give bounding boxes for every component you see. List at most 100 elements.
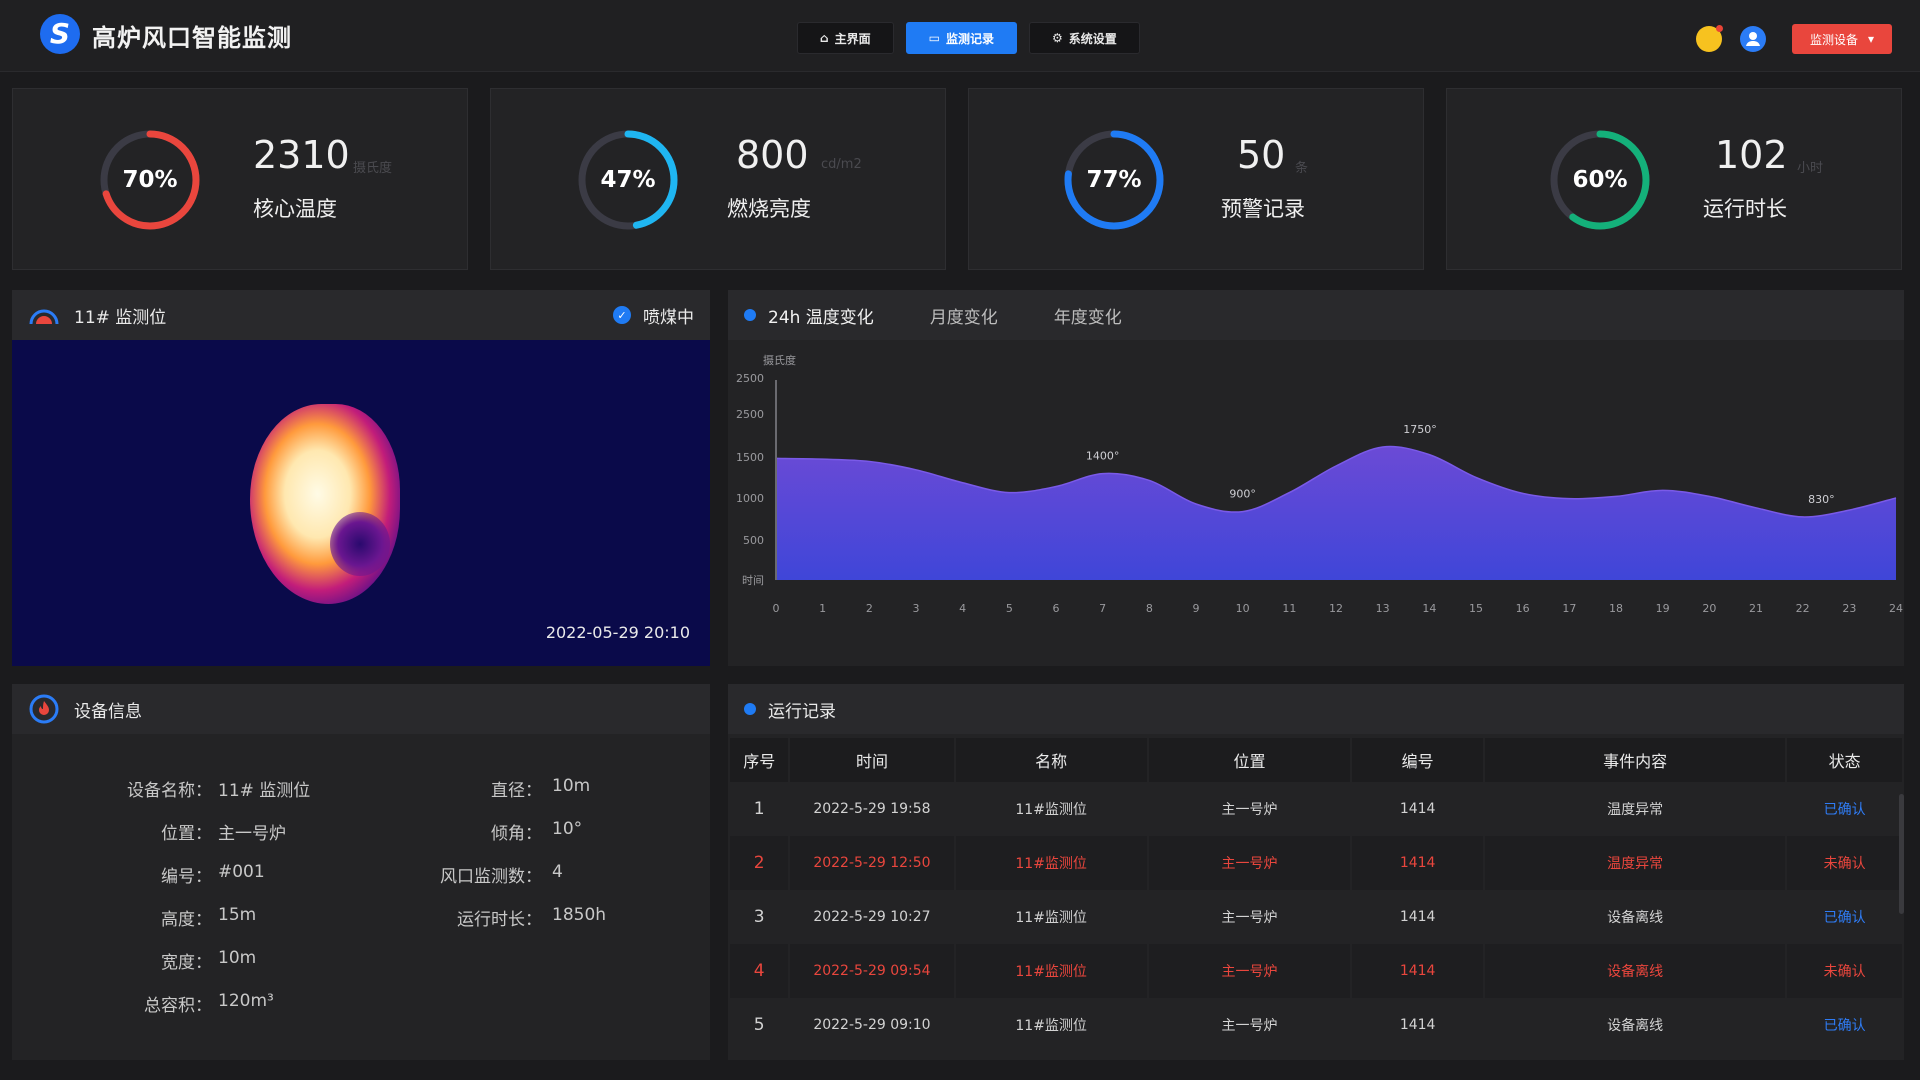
flame-icon — [29, 694, 59, 724]
table-column-header[interactable]: 事件内容 — [1485, 738, 1786, 782]
kpi-unit: 摄氏度 — [353, 161, 393, 176]
kpi-value: 2310 — [253, 133, 350, 177]
records-panel-header: 运行记录 — [728, 684, 1904, 734]
x-tick-label: 2 — [866, 602, 873, 615]
data-annotation: 1400° — [1086, 450, 1120, 463]
x-tick-label: 14 — [1422, 602, 1436, 615]
check-icon: ✓ — [613, 306, 631, 324]
table-cell-status[interactable]: 未确认 — [1787, 944, 1902, 998]
table-column-header[interactable]: 时间 — [790, 738, 954, 782]
table-cell-no: 3 — [753, 907, 765, 927]
table-column-header[interactable]: 状态 — [1787, 738, 1902, 782]
table-cell-status[interactable]: 未确认 — [1787, 836, 1902, 890]
kpi-card-runtime: 60% 102 小时 运行时长 — [1446, 88, 1902, 270]
table-column-header[interactable]: 编号 — [1352, 738, 1484, 782]
table-cell-no: 5 — [753, 1015, 765, 1035]
device-dropdown-button[interactable]: 监测设备 ▾ — [1792, 24, 1892, 54]
x-tick-label: 10 — [1236, 602, 1250, 615]
tab-yearly[interactable]: 年度变化 — [1054, 303, 1122, 328]
table-row[interactable]: 2 2022-5-29 12:50 11#监测位 主一号炉 1414 温度异常 未确认 — [730, 836, 1902, 890]
device-info-key: 编号： — [161, 867, 212, 887]
kpi-label: 燃烧亮度 — [727, 197, 811, 221]
table-row[interactable]: 5 2022-5-29 09:10 11#监测位 主一号炉 1414 设备离线 已确认 — [730, 998, 1902, 1052]
table-cell-event: 设备离线 — [1607, 1018, 1664, 1034]
chart-tabs: 24h 温度变化 月度变化 年度变化 — [768, 303, 1122, 328]
device-info-value: 120m³ — [218, 991, 274, 1011]
nav-home-label: 主界面 — [834, 31, 871, 46]
table-cell-name: 11#监测位 — [1015, 910, 1087, 926]
x-tick-label: 9 — [1193, 602, 1200, 615]
app-logo: S — [40, 14, 80, 54]
table-cell-time: 2022-5-29 10:27 — [813, 909, 931, 925]
device-info-value: 10m — [218, 948, 257, 968]
table-row[interactable]: 3 2022-5-29 10:27 11#监测位 主一号炉 1414 设备离线 已确认 — [730, 890, 1902, 944]
table-column-header[interactable]: 序号 — [730, 738, 789, 782]
table-cell-time: 2022-5-29 19:58 — [813, 801, 931, 817]
y-tick-label: 500 — [743, 534, 764, 547]
table-cell-status[interactable]: 已确认 — [1787, 782, 1902, 836]
tab-24h[interactable]: 24h 温度变化 — [768, 303, 874, 328]
records-table-wrap: 序号 时间 名称 位置 编号 事件内容 状态 1 2022-5-29 19:58 11#监测位主… — [728, 738, 1904, 1052]
thermal-core — [330, 512, 390, 576]
kpi-value: 50 — [1237, 133, 1286, 177]
device-info-list: 设备名称： 11# 监测位 位置： 主一号炉 编号： #001 高度： 15m 宽度： 10m 总容… — [12, 734, 710, 1060]
camera-title: 11# 监测位 — [74, 307, 167, 328]
x-tick-label: 6 — [1053, 602, 1060, 615]
camera-status: 喷煤中 — [643, 307, 694, 328]
device-info-value: #001 — [218, 862, 265, 882]
table-cell-event: 温度异常 — [1607, 802, 1664, 818]
table-cell-name: 11#监测位 — [1015, 802, 1087, 818]
y-tick-label: 1000 — [736, 492, 764, 505]
kpi-value: 800 — [736, 133, 809, 177]
x-tick-label: 20 — [1702, 602, 1716, 615]
kpi-unit: 小时 — [1797, 161, 1824, 176]
tab-monthly[interactable]: 月度变化 — [930, 303, 998, 328]
x-tick-label: 12 — [1329, 602, 1343, 615]
device-info-value: 10° — [552, 819, 583, 839]
data-annotation: 830° — [1808, 493, 1835, 506]
table-row[interactable]: 1 2022-5-29 19:58 11#监测位 主一号炉 1414 温度异常 已确认 — [730, 782, 1902, 836]
device-info-value: 1850h — [552, 905, 607, 925]
camera-timestamp: 2022-05-29 20:10 — [545, 623, 690, 642]
x-tick-label: 24 — [1889, 602, 1903, 615]
device-info-key: 位置： — [161, 824, 212, 844]
table-cell-status[interactable]: 已确认 — [1787, 998, 1902, 1052]
nav-records-button[interactable]: ▭ 监测记录 — [905, 22, 1017, 54]
bell-icon[interactable] — [1696, 25, 1723, 52]
kpi-card-alerts: 77% 50 条 预警记录 — [968, 88, 1424, 270]
y-tick-label: 2500 — [736, 372, 764, 385]
chart-panel-header: 24h 温度变化 月度变化 年度变化 — [728, 290, 1904, 340]
table-scrollbar[interactable] — [1899, 794, 1904, 914]
kpi-value: 102 — [1715, 133, 1788, 177]
records-table: 序号 时间 名称 位置 编号 事件内容 状态 1 2022-5-29 19:58 11#监测位主… — [728, 738, 1904, 1052]
x-tick-label: 18 — [1609, 602, 1623, 615]
kpi-label: 预警记录 — [1221, 197, 1305, 221]
kpi-unit: 条 — [1295, 161, 1309, 176]
notification-dot — [1716, 25, 1723, 32]
device-info-key: 高度： — [161, 910, 212, 930]
main-nav: ⌂ 主界面 ▭ 监测记录 ⚙ 系统设置 — [797, 22, 1140, 54]
table-row[interactable]: 4 2022-5-29 09:54 11#监测位 主一号炉 1414 设备离线 未确认 — [730, 944, 1902, 998]
table-column-header[interactable]: 位置 — [1148, 738, 1351, 782]
x-tick-label: 7 — [1099, 602, 1106, 615]
device-panel-header: 设备信息 — [12, 684, 710, 734]
device-panel: 设备信息 设备名称： 11# 监测位 位置： 主一号炉 编号： #001 高度： 15m 宽度：… — [12, 684, 710, 1060]
table-cell-event: 设备离线 — [1485, 944, 1786, 998]
kpi-percent: 70% — [122, 167, 178, 193]
monitor-icon: ▭ — [928, 31, 940, 45]
nav-records-label: 监测记录 — [945, 31, 994, 46]
device-info-key: 直径： — [491, 781, 542, 801]
nav-settings-button[interactable]: ⚙ 系统设置 — [1028, 22, 1140, 54]
x-tick-label: 19 — [1656, 602, 1670, 615]
device-title: 设备信息 — [74, 701, 142, 722]
temperature-chart: 摄氏度时间50010001500250025000 1 2 3 4 5 6 7 8 9 10 11 12… — [736, 353, 1903, 615]
table-column-header[interactable]: 名称 — [955, 738, 1147, 782]
user-icon[interactable] — [1740, 26, 1766, 52]
camera-panel-header: 11# 监测位 ✓ 喷煤中 — [12, 290, 710, 340]
device-info-value: 11# 监测位 — [218, 781, 311, 801]
table-cell-status[interactable]: 已确认 — [1787, 890, 1902, 944]
kpi-percent: 60% — [1572, 167, 1628, 193]
table-cell-loc: 主一号炉 — [1148, 944, 1351, 998]
nav-home-button[interactable]: ⌂ 主界面 — [797, 22, 894, 54]
kpi-label: 核心温度 — [253, 197, 337, 221]
